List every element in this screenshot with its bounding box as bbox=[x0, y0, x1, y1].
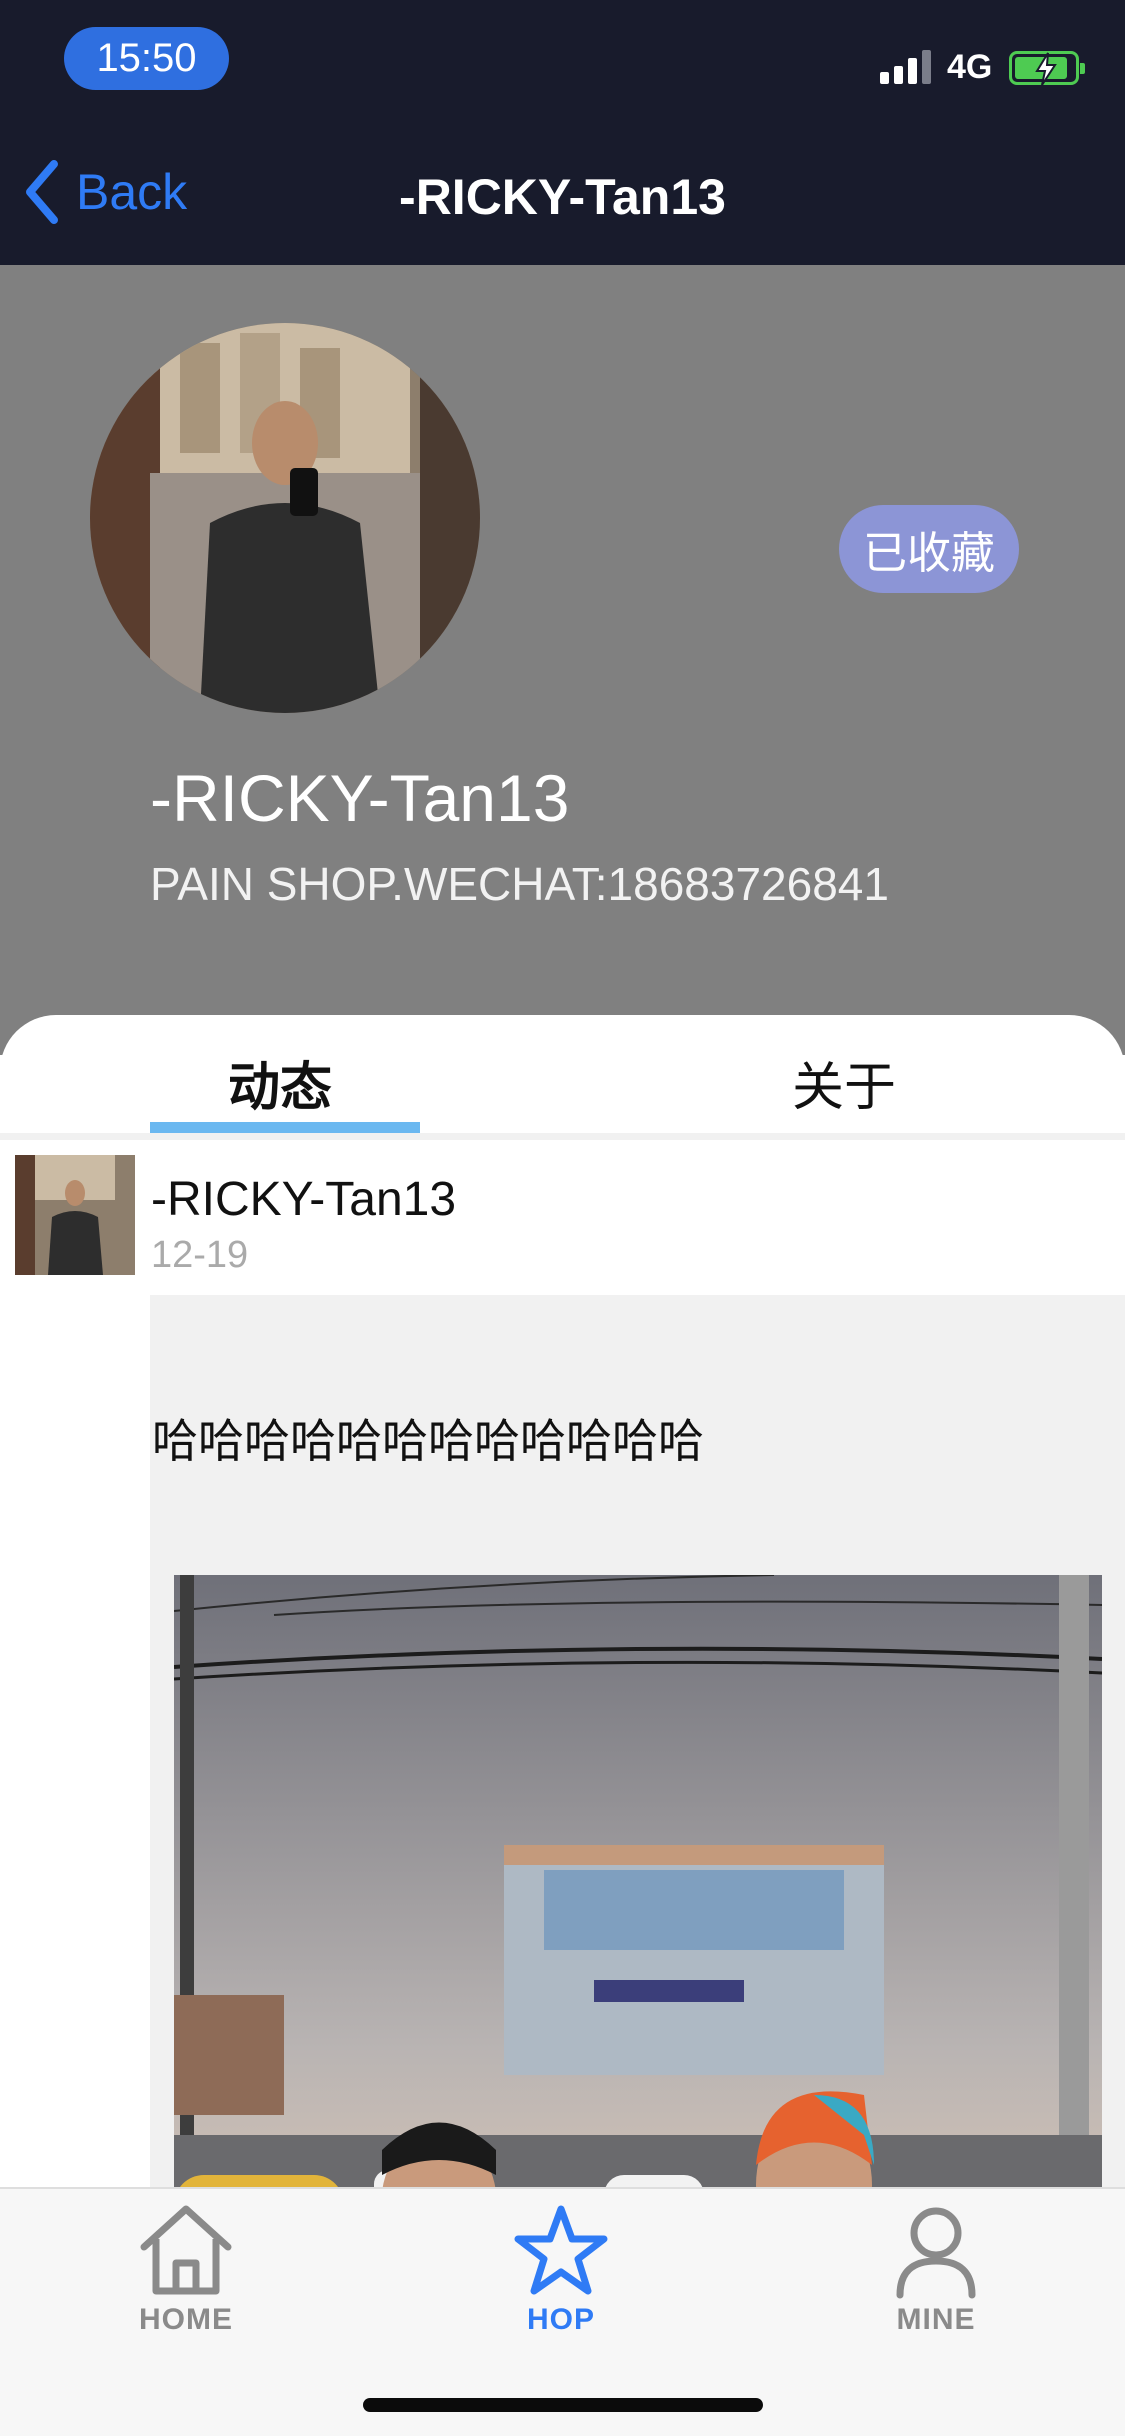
tab-about[interactable]: 关于 bbox=[792, 1045, 896, 1120]
post-date: 12-19 bbox=[151, 1234, 249, 1276]
star-icon bbox=[514, 2205, 608, 2295]
tabbar-hop[interactable]: HOP bbox=[461, 2201, 661, 2337]
profile-name: -RICKY-Tan13 bbox=[150, 761, 570, 835]
active-tab-indicator bbox=[150, 1122, 420, 1133]
tabbar-hop-label: HOP bbox=[526, 2303, 595, 2336]
profile-header: 已收藏 -RICKY-Tan13 PAIN SHOP.WECHAT:186837… bbox=[0, 265, 1125, 1055]
tabbar-home[interactable]: HOME bbox=[86, 2201, 286, 2337]
house-icon bbox=[140, 2205, 232, 2295]
tabbar-home-label: HOME bbox=[139, 2303, 233, 2336]
top-bar: 15:50 4G Back -RICKY-Tan13 bbox=[0, 0, 1125, 265]
signal-icon bbox=[880, 48, 931, 84]
home-indicator[interactable] bbox=[363, 2398, 763, 2412]
post-avatar[interactable] bbox=[15, 1155, 135, 1275]
segment-tabs: 动态 关于 bbox=[0, 1015, 1125, 1133]
nav-title: -RICKY-Tan13 bbox=[399, 169, 726, 225]
tabbar-mine[interactable]: MINE bbox=[836, 2201, 1036, 2337]
post-author: -RICKY-Tan13 bbox=[151, 1173, 457, 1226]
tab-moments[interactable]: 动态 bbox=[228, 1045, 332, 1120]
network-type: 4G bbox=[947, 48, 993, 86]
favorited-button[interactable]: 已收藏 bbox=[839, 505, 1019, 593]
tabbar-mine-label: MINE bbox=[896, 2303, 976, 2336]
status-time: 15:50 bbox=[64, 27, 229, 90]
person-icon bbox=[896, 2207, 976, 2299]
profile-avatar[interactable] bbox=[90, 323, 480, 713]
battery-icon bbox=[1009, 51, 1085, 86]
profile-bio: PAIN SHOP.WECHAT:18683726841 bbox=[150, 858, 889, 910]
post-text: 哈哈哈哈哈哈哈哈哈哈哈哈 bbox=[152, 1414, 704, 1468]
post-header: -RICKY-Tan13 12-19 bbox=[0, 1140, 1125, 1295]
divider bbox=[0, 1133, 1125, 1140]
